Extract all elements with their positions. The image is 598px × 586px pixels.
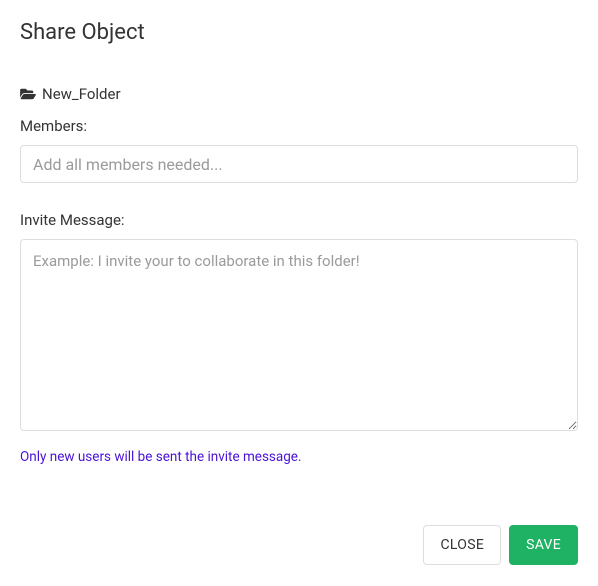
folder-open-icon xyxy=(20,87,36,101)
invite-message-textarea[interactable] xyxy=(20,239,578,431)
members-label: Members: xyxy=(20,117,578,135)
invite-notice: Only new users will be sent the invite m… xyxy=(20,449,578,465)
close-button[interactable]: CLOSE xyxy=(423,525,501,565)
page-title: Share Object xyxy=(20,20,578,45)
invite-message-label: Invite Message: xyxy=(20,211,578,229)
members-input[interactable] xyxy=(20,145,578,183)
folder-row: New_Folder xyxy=(20,85,578,103)
button-row: CLOSE SAVE xyxy=(20,525,578,565)
folder-name: New_Folder xyxy=(42,85,121,103)
save-button[interactable]: SAVE xyxy=(509,525,578,565)
